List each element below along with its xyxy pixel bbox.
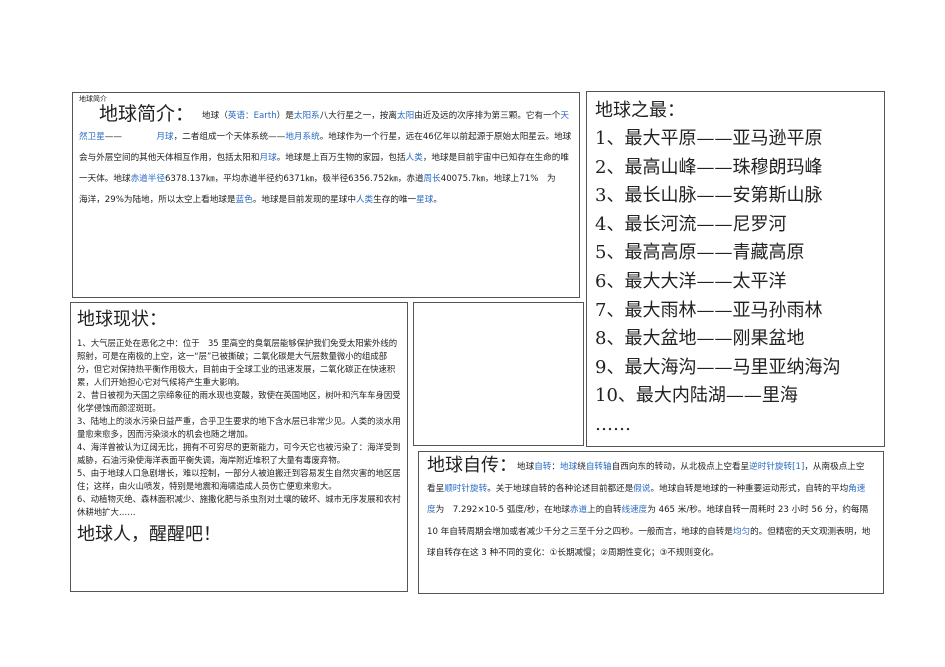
text-run: ，二者组成一个天体系统—— (173, 132, 286, 142)
intro-paragraph: 地球简介： 地球（英语：Earth）是太阳系八大行星之一，按离太阳由近及远的次序排… (79, 104, 573, 211)
text-run: ： (551, 462, 561, 472)
wiki-link[interactable]: 周长 (424, 174, 441, 184)
intro-text: 地球（英语：Earth）是太阳系八大行星之一，按离太阳由近及远的次序排为第三颗。… (79, 111, 573, 205)
text-run: —— (104, 132, 157, 142)
wiki-link[interactable]: 赤道半径 (131, 174, 165, 184)
wiki-link[interactable]: 逆时针旋转 (749, 462, 792, 472)
text-run: 由近及远的次序排为第三颗。它有一个 (414, 111, 561, 121)
text-run: 为 7.292×10-5 弧度/秒，在地球 (435, 505, 570, 515)
intro-box: 地球简介 地球简介： 地球（英语：Earth）是太阳系八大行星之一，按离太阳由近及… (72, 92, 580, 298)
wiki-link[interactable]: 顺时针旋转 (444, 484, 487, 494)
records-list: 1、最大平原——亚马逊平原 2、最高山峰——珠穆朗玛峰 3、最长山脉——安第斯山… (595, 125, 876, 440)
rotation-paragraph: 地球自传：地球自转：地球绕自转轴自西向东的转动，从北极点上空看呈逆时针旋转[1]… (427, 455, 873, 565)
wiki-link[interactable]: 人类 (406, 153, 423, 163)
record-item: 2、最高山峰——珠穆朗玛峰 (595, 156, 823, 178)
wiki-link[interactable]: 星球 (416, 195, 433, 205)
status-list: 1、大气层正处在恶化之中：位于 35 里高空的臭氧层能够保护我们免受太阳紫外线的… (77, 337, 401, 519)
status-item: 5、由于地球人口急剧增长，难以控制，一部分人被迫搬迁到容易发生自然灾害的地区居住… (77, 468, 401, 491)
wiki-link[interactable]: 地月系统 (285, 132, 319, 142)
record-item: 10、最大内陆湖——里海 (595, 385, 798, 407)
records-box: 地球之最： 1、最大平原——亚马逊平原 2、最高山峰——珠穆朗玛峰 3、最长山脉… (586, 91, 885, 447)
text-run: 。地球是上百万生物的家园，包括 (276, 153, 406, 163)
record-item: 5、最高高原——青藏高原 (595, 242, 805, 264)
records-title: 地球之最： (595, 100, 685, 121)
wiki-link[interactable]: 月球 (156, 132, 173, 142)
wiki-link[interactable]: 蓝色 (236, 195, 253, 205)
text-run: 。地球自转是地球的一种重要运动形式，自转的平均 (650, 483, 849, 494)
status-title: 地球现状： (77, 309, 167, 330)
wiki-link[interactable]: 地球 (560, 462, 577, 472)
text-run: 。 (433, 195, 442, 205)
status-item: 4、海洋曾被认为辽阔无比，拥有不可穷尽的更新能力，可今天它也被污染了：海洋受到威… (77, 442, 401, 465)
text-run: 地球 (517, 462, 535, 472)
wiki-link[interactable]: 线速度 (621, 505, 647, 515)
wiki-link[interactable]: 太阳系 (294, 111, 320, 121)
text-run: 生存的唯一 (373, 195, 417, 205)
wiki-link[interactable]: 英语：Earth (228, 111, 277, 121)
status-item: 1、大气层正处在恶化之中：位于 35 里高空的臭氧层能够保护我们免受太阳紫外线的… (77, 338, 398, 387)
record-item: 7、最大雨林——亚马孙雨林 (595, 299, 823, 321)
record-item: 3、最长山脉——安第斯山脉 (595, 185, 823, 207)
text-run: 八大行星之一，按离 (319, 111, 397, 121)
wiki-link[interactable]: 人类 (356, 195, 373, 205)
wiki-link[interactable]: 假说 (633, 484, 650, 494)
record-item: 8、最大盆地——刚果盆地 (595, 328, 805, 350)
record-item: 9、最大海沟——马里亚纳海沟 (595, 356, 841, 378)
wiki-link[interactable]: 赤道 (570, 505, 587, 515)
wiki-link[interactable]: [1] (792, 462, 804, 472)
status-item: 3、陆地上的淡水污染日益严重，合乎卫生要求的地下含水层已非常少见。人类的淡水用量… (77, 416, 401, 439)
intro-title: 地球简介： (99, 103, 195, 125)
empty-box (413, 302, 584, 446)
record-item: 4、最长河流——尼罗河 (595, 213, 787, 235)
text-run: 。关于地球自转的各种论述目前都还是 (487, 483, 634, 494)
text-run: 上的自转 (587, 505, 622, 515)
status-box: 地球现状： 1、大气层正处在恶化之中：位于 35 里高空的臭氧层能够保护我们免受… (70, 302, 408, 592)
record-item: 1、最大平原——亚马逊平原 (595, 128, 823, 149)
text-run: 。地球是目前发现的星球中 (252, 195, 356, 205)
text-run: 绕 (577, 462, 586, 472)
wiki-link[interactable]: 自转轴 (586, 462, 612, 472)
status-item: 2、昔日被视为天国之宗缔象征的雨水现也变酸，致使在英国地区，树叶和汽车车身因受化… (77, 390, 401, 413)
wiki-link[interactable]: 自转 (534, 462, 551, 472)
text-run: ）是 (276, 111, 294, 121)
record-item: …… (595, 413, 631, 435)
rotation-text: 地球自转：地球绕自转轴自西向东的转动，从北极点上空看呈逆时针旋转[1]，从南极点… (427, 462, 870, 558)
rotation-box: 地球自传：地球自转：地球绕自转轴自西向东的转动，从北极点上空看呈逆时针旋转[1]… (418, 451, 884, 594)
status-item: 6、动植物灭绝、森林面积减少、施撒化肥与杀虫剂对土壤的破坏、城市无序发展和农村休… (77, 494, 401, 517)
record-item: 6、最大大洋——太平洋 (595, 270, 787, 292)
text-run: 6378.137㎞，平均赤道半径约6371㎞，极半径6356.752㎞，赤道 (164, 174, 424, 184)
wiki-link[interactable]: 太阳 (397, 111, 414, 121)
text-run: 地球（ (202, 111, 228, 121)
wiki-link[interactable]: 均匀 (733, 527, 750, 537)
rotation-title: 地球自传： (427, 455, 517, 476)
wiki-link[interactable]: 月球 (259, 153, 276, 163)
status-slogan: 地球人，醒醒吧！ (77, 524, 221, 545)
text-run: 自西向东的转动，从北极点上空看呈 (611, 462, 750, 472)
